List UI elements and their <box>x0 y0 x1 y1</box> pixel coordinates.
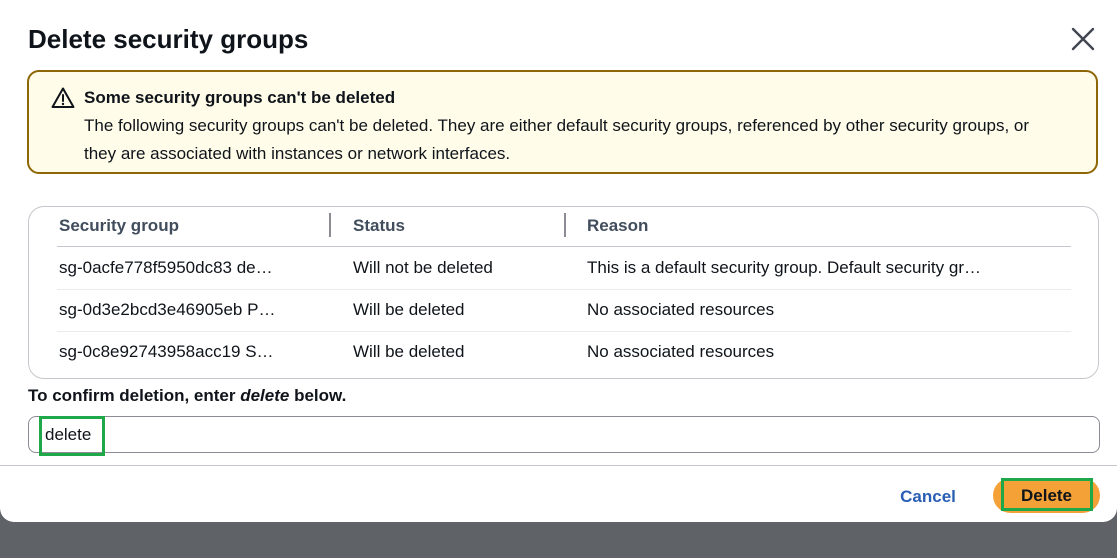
confirm-label-keyword: delete <box>240 386 290 405</box>
close-icon <box>1071 27 1095 51</box>
warning-alert: Some security groups can't be deleted Th… <box>27 70 1098 174</box>
column-header-reason: Reason <box>587 216 649 235</box>
cell-reason: No associated resources <box>587 300 775 319</box>
table-row: sg-0acfe778f5950dc83 de… Will not be del… <box>57 247 1071 290</box>
column-divider[interactable] <box>564 213 566 237</box>
delete-button[interactable]: Delete <box>993 478 1100 513</box>
confirm-delete-input[interactable] <box>28 416 1100 453</box>
table-header: Security group Status Reason <box>57 207 1071 247</box>
alert-heading: Some security groups can't be deleted <box>84 88 396 107</box>
cell-status: Will be deleted <box>353 342 465 361</box>
cell-status: Will not be deleted <box>353 258 493 277</box>
warning-icon <box>51 87 75 108</box>
security-groups-table: Security group Status Reason sg-0acfe778… <box>28 206 1099 379</box>
cell-reason: This is a default security group. Defaul… <box>587 258 981 277</box>
confirm-label-suffix: below. <box>289 386 347 405</box>
close-button[interactable] <box>1066 22 1100 56</box>
delete-security-groups-modal: Delete security groups Some security gro… <box>0 0 1117 522</box>
cell-reason: No associated resources <box>587 342 775 361</box>
cell-status: Will be deleted <box>353 300 465 319</box>
modal-title: Delete security groups <box>28 24 309 54</box>
cancel-button[interactable]: Cancel <box>880 478 976 514</box>
footer-divider <box>0 465 1117 466</box>
column-divider[interactable] <box>329 213 331 237</box>
table-row: sg-0c8e92743958acc19 S… Will be deleted … <box>57 331 1071 373</box>
table-row: sg-0d3e2bcd3e46905eb P… Will be deleted … <box>57 289 1071 332</box>
cell-security-group: sg-0c8e92743958acc19 S… <box>59 342 274 361</box>
column-header-status: Status <box>353 216 405 235</box>
column-header-security-group: Security group <box>59 216 179 235</box>
alert-body: The following security groups can't be d… <box>84 116 1030 163</box>
confirm-label-prefix: To confirm deletion, enter <box>28 386 241 405</box>
cell-security-group: sg-0d3e2bcd3e46905eb P… <box>59 300 276 319</box>
confirm-label: To confirm deletion, enter delete below. <box>28 384 346 408</box>
cell-security-group: sg-0acfe778f5950dc83 de… <box>59 258 273 277</box>
